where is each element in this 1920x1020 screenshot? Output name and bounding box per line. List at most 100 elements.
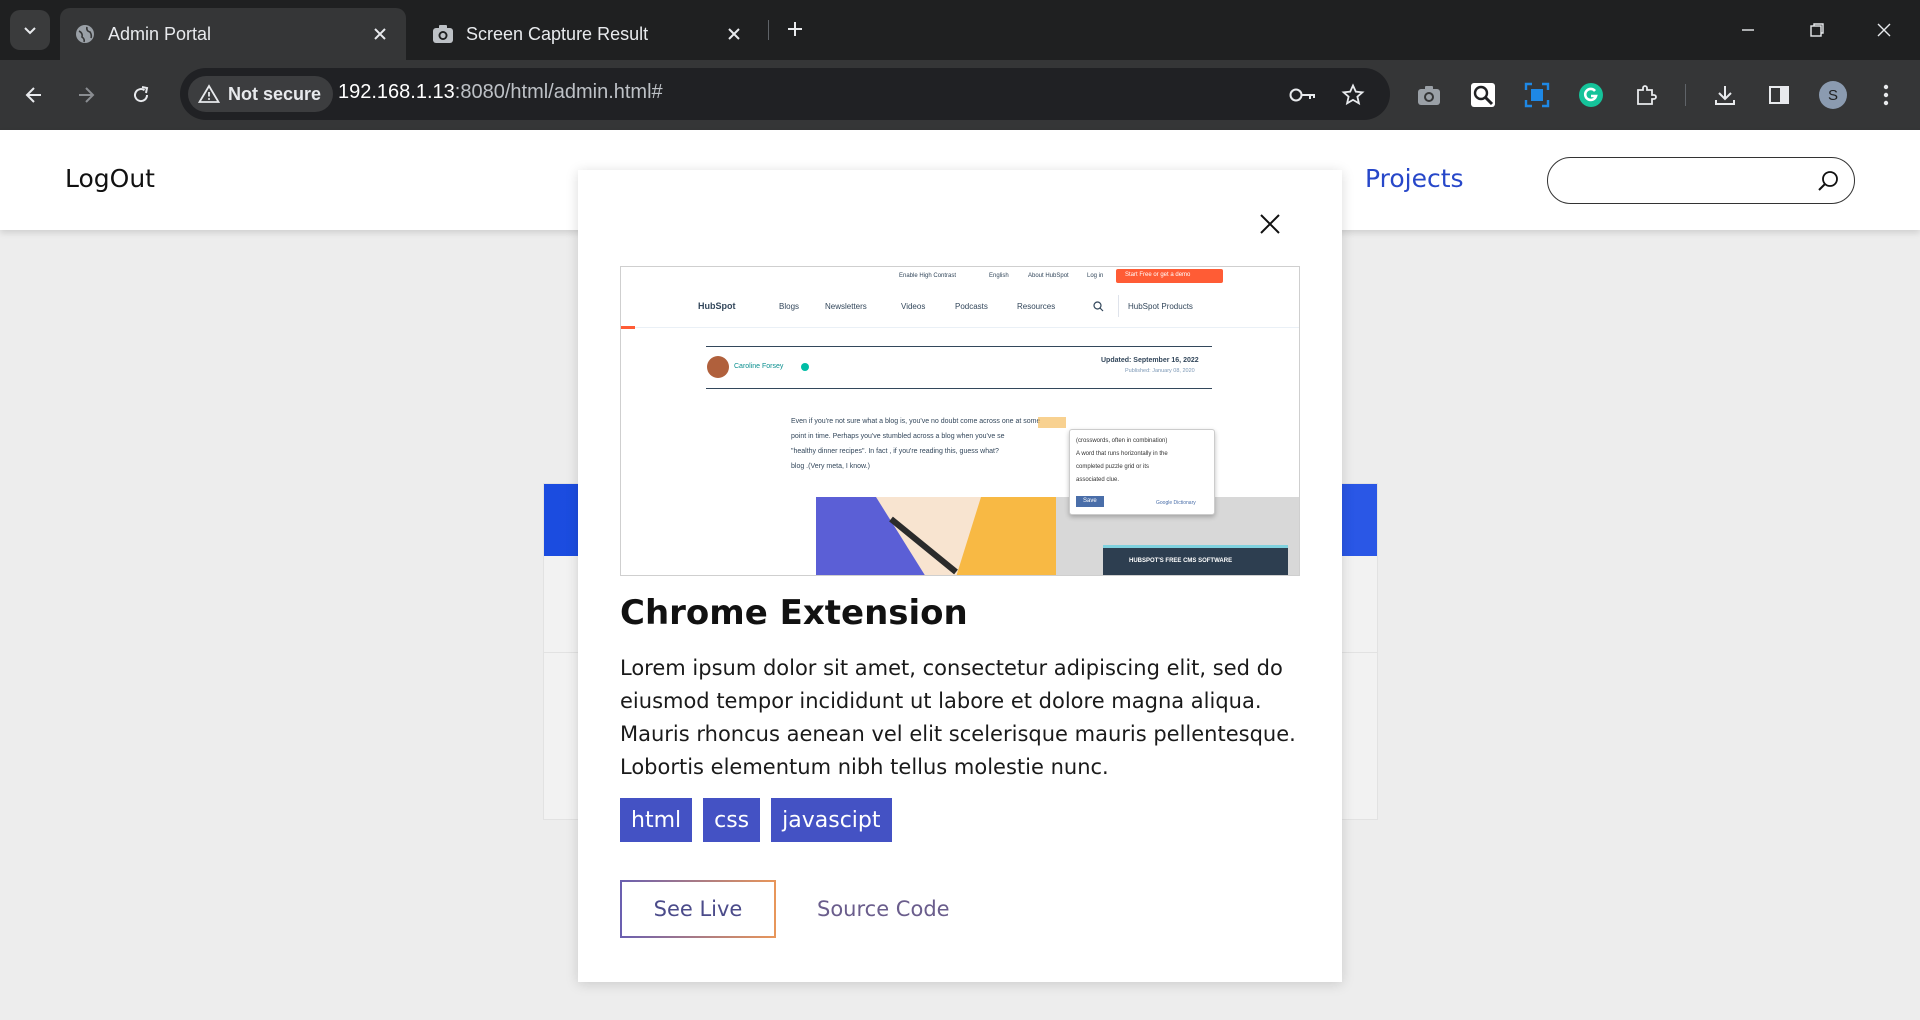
tech-tags: html css javascipt	[620, 798, 892, 842]
modal-title: Chrome Extension	[620, 593, 968, 633]
browser-menu-button[interactable]	[1870, 79, 1902, 111]
side-panel-icon	[1769, 86, 1789, 104]
camera-icon	[1418, 86, 1440, 105]
warning-icon	[198, 84, 220, 103]
browser-toolbar: Not secure 192.168.1.13:8080/html/admin.…	[0, 60, 1920, 130]
globe-icon	[74, 23, 96, 45]
close-icon	[1877, 23, 1891, 37]
camera-icon	[432, 23, 454, 45]
preview-dict-save: Save	[1076, 496, 1104, 507]
preview-verified-icon	[801, 363, 809, 371]
preview-nav-border	[621, 327, 1299, 328]
preview-highlight	[1038, 417, 1066, 428]
preview-body-line: blog .(Very meta, I know.)	[791, 463, 870, 470]
preview-dict-save-label: Save	[1083, 498, 1097, 504]
tab-screen-capture-result[interactable]: Screen Capture Result	[418, 8, 760, 60]
url-path: :8080/html/admin.html#	[454, 81, 663, 103]
preview-about-link: About HubSpot	[1028, 273, 1069, 279]
download-icon	[1715, 86, 1735, 105]
close-icon[interactable]	[722, 22, 746, 46]
arrow-right-icon	[79, 87, 95, 103]
preview-progress-bar	[621, 326, 635, 329]
preview-body-line: Even if you're not sure what a blog is, …	[791, 418, 1041, 425]
preview-search-icon	[1093, 301, 1104, 312]
preview-dictionary-popup: (crosswords, often in combination) A wor…	[1069, 429, 1215, 515]
preview-cms-banner: HUBSPOT'S FREE CMS SOFTWARE	[1103, 545, 1288, 575]
magnifier-icon	[1471, 83, 1495, 107]
tag-html: html	[620, 798, 693, 842]
tag-javascript: javascipt	[771, 798, 892, 842]
downloads-button[interactable]	[1709, 79, 1741, 111]
reload-button[interactable]	[121, 75, 161, 115]
extensions-menu-button[interactable]	[1630, 79, 1662, 111]
extension-screen-capture-button[interactable]	[1413, 79, 1445, 111]
restore-icon	[1810, 23, 1824, 37]
minimize-icon	[1742, 29, 1754, 31]
password-key-button[interactable]	[1288, 80, 1318, 110]
preview-cta-label: Start Free or get a demo	[1125, 272, 1191, 278]
project-modal: Enable High Contrast English About HubSp…	[578, 170, 1342, 982]
preview-dict-line: (crosswords, often in combination)	[1076, 438, 1168, 444]
plus-icon	[788, 22, 802, 36]
chevron-down-icon	[24, 27, 36, 35]
page-content: LogOut Projects Enable High Contrast Eng…	[0, 130, 1920, 1020]
back-button[interactable]	[14, 75, 54, 115]
preview-nav-item: Podcasts	[955, 302, 988, 311]
preview-nav-item: Blogs	[779, 302, 800, 311]
preview-updated-date: Updated: September 16, 2022	[1101, 357, 1199, 364]
more-vertical-icon	[1883, 84, 1889, 106]
extension-grammarly-button[interactable]	[1575, 79, 1607, 111]
preview-dict-source: Google Dictionary	[1156, 500, 1196, 506]
preview-hero-image	[816, 497, 1056, 575]
extension-capture-area-button[interactable]	[1521, 79, 1553, 111]
tab-admin-portal[interactable]: Admin Portal	[60, 8, 406, 60]
restore-button[interactable]	[1797, 12, 1837, 48]
preview-nav-item: Videos	[901, 302, 926, 311]
preview-dict-line: associated clue.	[1076, 477, 1120, 483]
modal-close-button[interactable]	[1254, 208, 1286, 240]
preview-cms-banner-text: HUBSPOT'S FREE CMS SOFTWARE	[1129, 558, 1233, 564]
new-tab-button[interactable]	[778, 12, 812, 46]
preview-published-date: Published: January 08, 2020	[1125, 368, 1195, 374]
crop-frame-icon	[1524, 82, 1550, 108]
tab-title: Screen Capture Result	[466, 23, 649, 44]
tab-search-button[interactable]	[10, 10, 50, 50]
url-host: 192.168.1.13	[338, 81, 455, 103]
preview-author-name: Caroline Forsey	[734, 363, 784, 370]
preview-nav-item: Newsletters	[825, 302, 867, 311]
bookmark-button[interactable]	[1338, 80, 1368, 110]
puzzle-icon	[1637, 85, 1657, 105]
preview-contrast-link: Enable High Contrast	[899, 273, 957, 279]
browser-tab-bar: Admin Portal Screen Capture Result	[0, 0, 1920, 60]
see-live-button[interactable]: See Live	[620, 880, 776, 938]
preview-body-line: "healthy dinner recipes". In fact , if y…	[791, 448, 999, 455]
preview-author-rule-top	[706, 346, 1212, 347]
url-text[interactable]: 192.168.1.13:8080/html/admin.html#	[338, 81, 663, 104]
source-code-button[interactable]: Source Code	[817, 880, 950, 938]
preview-login-link: Log in	[1087, 273, 1104, 279]
address-bar[interactable]: Not secure 192.168.1.13:8080/html/admin.…	[180, 68, 1390, 120]
tab-separator	[768, 20, 769, 40]
security-chip[interactable]: Not secure	[188, 76, 334, 112]
modal-description: Lorem ipsum dolor sit amet, consectetur …	[620, 656, 1296, 779]
preview-author-avatar	[707, 356, 729, 378]
window-close-button[interactable]	[1864, 12, 1904, 48]
toolbar-separator	[1685, 84, 1686, 106]
key-icon	[1289, 88, 1315, 102]
forward-button[interactable]	[66, 75, 106, 115]
tab-title: Admin Portal	[108, 23, 212, 44]
extension-zoom-button[interactable]	[1467, 79, 1499, 111]
security-label: Not secure	[228, 83, 322, 104]
project-preview-image: Enable High Contrast English About HubSp…	[620, 266, 1300, 576]
preview-language-link: English	[989, 273, 1009, 279]
side-panel-button[interactable]	[1763, 79, 1795, 111]
minimize-button[interactable]	[1728, 12, 1768, 48]
preview-nav-item: Resources	[1017, 302, 1056, 311]
reload-icon	[134, 86, 149, 103]
preview-logo: HubSpot	[698, 301, 736, 311]
close-icon[interactable]	[368, 22, 392, 46]
profile-avatar[interactable]: S	[1819, 81, 1847, 109]
star-icon	[1341, 83, 1365, 106]
preview-nav-item: HubSpot Products	[1128, 302, 1193, 311]
arrow-left-icon	[25, 87, 41, 103]
